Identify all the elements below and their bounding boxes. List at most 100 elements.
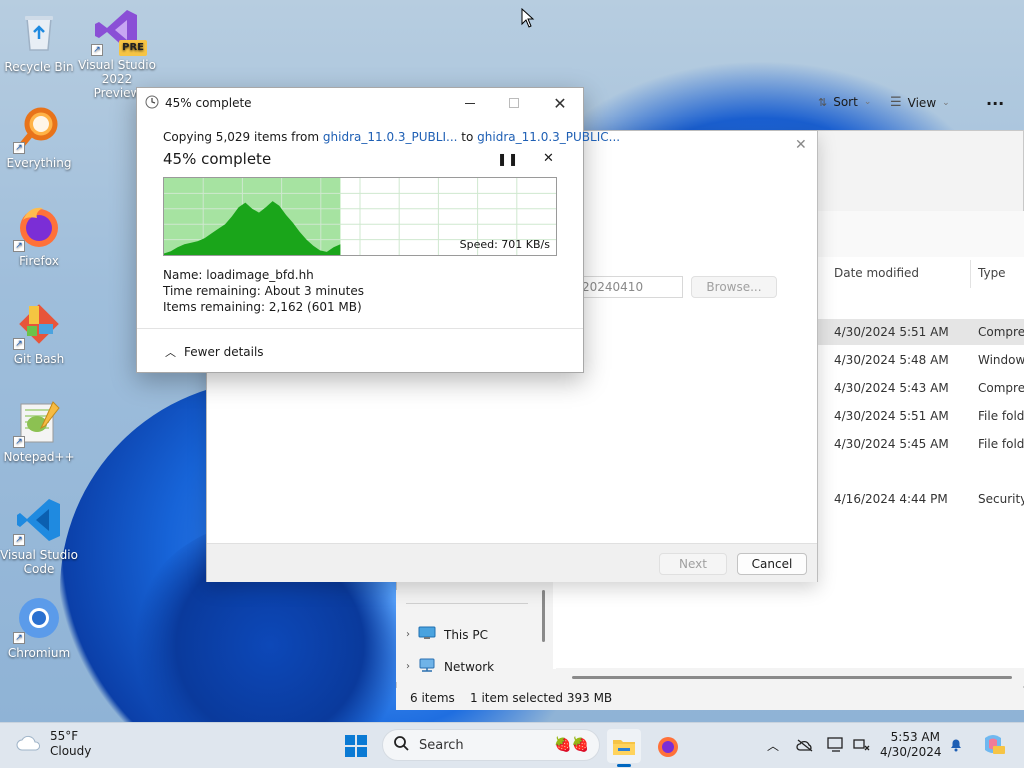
nav-item-this-pc[interactable]: › This PC: [406, 626, 488, 643]
network-icon: [418, 658, 436, 675]
desktop-icon-recycle-bin[interactable]: Recycle Bin: [0, 8, 78, 74]
sort-button[interactable]: ⇅ Sort ⌄: [818, 95, 871, 109]
file-type: Security: [978, 492, 1024, 506]
file-type: Compres: [978, 381, 1024, 395]
search-icon: [393, 735, 409, 755]
file-date: 4/30/2024 5:48 AM: [834, 353, 949, 367]
dialog-title: 45% complete: [165, 96, 252, 110]
status-selection: 1 item selected 393 MB: [470, 691, 613, 705]
maximize-button[interactable]: [491, 90, 537, 116]
detail-name: Name: loadimage_bfd.hh: [163, 268, 314, 282]
mouse-cursor-icon: [521, 7, 535, 31]
chevron-down-icon: ⌄: [942, 97, 950, 108]
scrollbar-thumb[interactable]: [572, 676, 1012, 679]
next-button[interactable]: Next: [659, 553, 727, 575]
column-separator[interactable]: [970, 260, 971, 288]
view-button[interactable]: ☰ View ⌄: [890, 95, 950, 110]
copy-progress-dialog[interactable]: 45% complete ✕ Copying 5,029 items from …: [136, 87, 620, 373]
desktop-icon-chromium[interactable]: ↗ Chromium: [0, 594, 78, 660]
column-header-date-modified[interactable]: Date modified: [834, 266, 919, 280]
dialog-title-bar[interactable]: 45% complete ✕: [137, 88, 583, 116]
close-button[interactable]: ✕: [537, 90, 583, 116]
nav-item-network[interactable]: › Network: [406, 658, 494, 675]
onedrive-offline-icon[interactable]: [795, 735, 815, 755]
computer-icon: [418, 626, 436, 643]
horizontal-scrollbar[interactable]: [556, 668, 1024, 686]
desktop-icon-label: Recycle Bin: [4, 60, 74, 74]
nav-scrollbar[interactable]: [542, 590, 545, 642]
time-remaining-value: About 3 minutes: [264, 284, 364, 298]
status-item-count: 6 items: [410, 691, 455, 705]
start-button[interactable]: [339, 729, 373, 763]
cancel-button[interactable]: Cancel: [737, 553, 807, 575]
desktop-icon-label: Firefox: [19, 254, 59, 268]
network-offline-icon[interactable]: [852, 735, 872, 755]
show-hidden-icons-button[interactable]: ︿: [763, 735, 783, 755]
close-icon: ✕: [553, 93, 567, 113]
browse-button[interactable]: Browse...: [691, 276, 777, 298]
chevron-up-icon: ︿: [165, 346, 176, 359]
copilot-icon[interactable]: [980, 731, 1006, 757]
percent-complete: 45% complete: [163, 150, 272, 168]
cloud-icon: [16, 734, 42, 755]
magnifier-icon: ↗: [13, 104, 63, 154]
column-header-type[interactable]: Type: [978, 266, 1006, 280]
shortcut-arrow-icon: ↗: [13, 142, 25, 154]
shortcut-arrow-icon: ↗: [91, 44, 103, 56]
firefox-icon: ↗: [13, 202, 63, 252]
desktop-icon-label: Everything: [6, 156, 72, 170]
desktop-icon-visual-studio-preview[interactable]: PRE ↗ Visual Studio 2022 Preview: [78, 6, 156, 100]
detail-label: Items remaining:: [163, 300, 266, 314]
taskbar-firefox[interactable]: [651, 729, 685, 763]
shortcut-arrow-icon: ↗: [13, 240, 25, 252]
close-icon[interactable]: ✕: [795, 137, 807, 153]
taskbar-clock[interactable]: 5:53 AM 4/30/2024: [880, 730, 942, 760]
desktop-icon-git-bash[interactable]: ↗ Git Bash: [0, 300, 78, 366]
folder-icon: [613, 740, 635, 755]
maximize-icon: [509, 98, 519, 108]
firefox-icon: [658, 737, 678, 757]
desktop-icon-vscode[interactable]: ↗ Visual Studio Code: [0, 496, 78, 576]
dialog-divider: [137, 328, 583, 329]
windows-logo-icon: [345, 735, 367, 757]
current-file-name: loadimage_bfd.hh: [206, 268, 314, 282]
desktop-icon-label: Notepad++: [3, 450, 75, 464]
visual-studio-icon: PRE ↗: [91, 6, 147, 56]
copy-prefix: Copying 5,029 items from: [163, 130, 323, 144]
desktop-icon-label: Chromium: [7, 646, 71, 660]
fewer-details-button[interactable]: ︿ Fewer details: [165, 344, 264, 360]
desktop-icon-firefox[interactable]: ↗ Firefox: [0, 202, 78, 268]
file-type: Windows: [978, 353, 1024, 367]
transfer-speed-graph: Speed: 701 KB/s: [163, 177, 557, 256]
weather-widget[interactable]: 55°F Cloudy: [16, 729, 91, 759]
chevron-right-icon: ›: [406, 629, 410, 640]
chevron-down-icon: ⌄: [863, 97, 872, 107]
minimize-button[interactable]: [447, 90, 493, 116]
git-bash-icon: ↗: [13, 300, 63, 350]
desktop-icon-notepad-plus-plus[interactable]: ↗ Notepad++: [0, 398, 78, 464]
copy-summary: Copying 5,029 items from ghidra_11.0.3_P…: [163, 130, 620, 144]
taskbar-file-explorer[interactable]: [607, 729, 641, 767]
detail-time-remaining: Time remaining: About 3 minutes: [163, 284, 364, 298]
cancel-copy-button[interactable]: ✕: [543, 151, 554, 166]
sort-label: Sort: [833, 95, 858, 109]
wizard-footer: Next Cancel: [207, 543, 817, 582]
destination-link[interactable]: ghidra_11.0.3_PUBLIC...: [477, 130, 620, 144]
pause-button[interactable]: ❚❚: [497, 152, 519, 166]
notifications-bell-icon[interactable]: [946, 735, 966, 755]
preview-badge: PRE: [119, 40, 147, 56]
destination-path-field[interactable]: 20240410: [575, 276, 683, 298]
desktop-icon-everything[interactable]: ↗ Everything: [0, 104, 78, 170]
chevron-right-icon: ›: [406, 661, 410, 672]
copy-to-word: to: [457, 130, 478, 144]
file-date: 4/16/2024 4:44 PM: [834, 492, 948, 506]
active-app-indicator: [617, 764, 631, 767]
more-options-button[interactable]: ...: [986, 90, 1004, 109]
file-date: 4/30/2024 5:45 AM: [834, 437, 949, 451]
fewer-details-label: Fewer details: [184, 345, 264, 359]
source-link[interactable]: ghidra_11.0.3_PUBLI...: [323, 130, 458, 144]
taskbar-search[interactable]: Search 🍓🍓: [382, 729, 600, 761]
nav-item-label: This PC: [444, 627, 488, 642]
display-icon[interactable]: [826, 735, 846, 755]
file-date: 4/30/2024 5:51 AM: [834, 409, 949, 423]
